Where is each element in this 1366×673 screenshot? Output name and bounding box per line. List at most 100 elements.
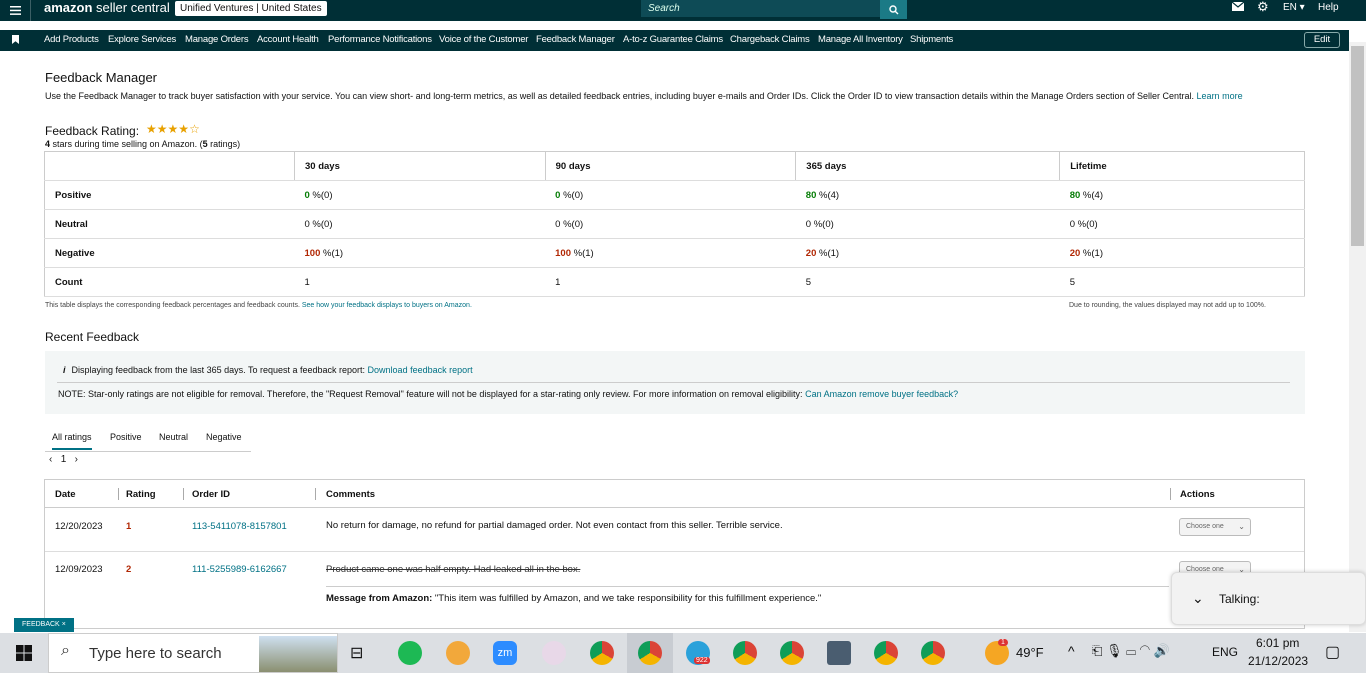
nav-explore-services[interactable]: Explore Services [108, 34, 176, 45]
rating-tabs: All ratings Positive Neutral Negative [45, 424, 251, 452]
action-dropdown[interactable]: Choose one ⌄ [1179, 518, 1251, 536]
app-icon[interactable] [446, 641, 470, 665]
taskbar-search[interactable]: ⌕ Type here to search [48, 633, 338, 673]
metrics-cell: 0 %(0) [294, 209, 546, 239]
feedback-display-link[interactable]: See how your feedback displays to buyers… [302, 302, 472, 309]
metrics-row: Count 1 1 5 5 [44, 267, 1305, 297]
star-filled-icon: ★ [178, 122, 190, 136]
chevron-down-icon[interactable]: ⌄ [1192, 590, 1204, 607]
nav-atoz-claims[interactable]: A-to-z Guarantee Claims [623, 34, 723, 45]
search-icon [888, 4, 898, 14]
nav-add-products[interactable]: Add Products [44, 34, 99, 45]
edit-nav-button[interactable]: Edit [1304, 32, 1340, 48]
metrics-cell: 0 %(0) [545, 180, 796, 210]
download-report-link[interactable]: Download feedback report [368, 365, 473, 375]
feedback-tab[interactable]: FEEDBACK × [14, 618, 74, 632]
column-header: 30 days [294, 151, 546, 181]
app-icon[interactable] [542, 641, 566, 665]
chrome-icon[interactable] [733, 641, 757, 665]
talking-popup: ⌄ Talking: [1171, 572, 1366, 625]
language-indicator[interactable]: ENG [1212, 645, 1238, 659]
telegram-badge: 922 [694, 657, 710, 664]
metrics-row: Positive 0 %(0) 0 %(0) 80 %(4) 80 %(4) [44, 180, 1305, 210]
language-selector[interactable]: EN ▾ [1283, 1, 1305, 15]
amazon-logo[interactable]: amazon seller central [44, 0, 170, 15]
search-input[interactable]: Search [641, 0, 881, 17]
feedback-rating-title: Feedback Rating: [45, 124, 140, 138]
metrics-cell: 0 %(0) [545, 209, 796, 239]
tab-all-ratings[interactable]: All ratings [52, 432, 92, 450]
tab-negative[interactable]: Negative [206, 432, 242, 442]
nav-manage-orders[interactable]: Manage Orders [185, 34, 249, 45]
spotify-icon[interactable] [398, 641, 422, 665]
scrollbar-thumb[interactable] [1351, 46, 1364, 246]
clock-time[interactable]: 6:01 pm [1256, 636, 1299, 650]
rating-summary: 4 stars during time selling on Amazon. (… [45, 139, 241, 149]
nav-voice-of-customer[interactable]: Voice of the Customer [439, 34, 528, 45]
nav-chargeback-claims[interactable]: Chargeback Claims [730, 34, 810, 45]
order-id-link[interactable]: 111-5255989-6162667 [192, 564, 287, 575]
prev-page-icon[interactable]: ‹ [49, 454, 52, 465]
nav-shipments[interactable]: Shipments [910, 34, 953, 45]
search-highlight-image [259, 636, 337, 672]
nav-feedback-manager[interactable]: Feedback Manager [536, 34, 615, 45]
notification-icon[interactable]: ▢ [1325, 642, 1340, 662]
metrics-cell: 1 [545, 267, 796, 297]
gear-icon[interactable]: ⚙ [1257, 0, 1269, 14]
top-bar: amazon seller central Unified Ventures |… [0, 0, 1366, 21]
mail-icon[interactable] [1231, 1, 1245, 16]
nav-bar: Add Products Explore Services Manage Ord… [0, 30, 1349, 51]
tab-positive[interactable]: Positive [110, 432, 142, 442]
metrics-cell: 80 %(4) [1059, 180, 1305, 210]
metrics-cell: 100 %(1) [545, 238, 796, 268]
metrics-cell: 20 %(1) [1059, 238, 1305, 268]
page-title: Feedback Manager [45, 70, 158, 85]
search-button[interactable] [880, 0, 907, 19]
clock-date[interactable]: 21/12/2023 [1248, 654, 1308, 668]
feedback-metrics-table: 30 days 90 days 365 days Lifetime Positi… [44, 151, 1305, 297]
zoom-icon[interactable]: zm [493, 641, 517, 665]
star-empty-icon: ☆ [189, 122, 200, 136]
chrome-icon[interactable] [638, 641, 662, 665]
windows-start-icon[interactable] [16, 645, 32, 666]
weather-badge: 1 [998, 639, 1008, 646]
tab-neutral[interactable]: Neutral [159, 432, 188, 442]
close-icon[interactable]: × [62, 621, 66, 628]
nav-manage-inventory[interactable]: Manage All Inventory [818, 34, 903, 45]
learn-more-link[interactable]: Learn more [1197, 91, 1243, 101]
recent-feedback-table: Date Rating Order ID Comments Actions 12… [44, 479, 1305, 629]
bookmark-icon[interactable] [12, 35, 19, 44]
search-icon: ⌕ [61, 642, 70, 659]
metrics-row: Neutral 0 %(0) 0 %(0) 0 %(0) 0 %(0) [44, 209, 1305, 239]
metrics-cell: 5 [795, 267, 1060, 297]
task-view-icon[interactable]: ⊟ [350, 643, 363, 663]
metrics-row-label: Negative [44, 238, 295, 268]
chrome-icon[interactable] [921, 641, 945, 665]
chrome-icon[interactable] [874, 641, 898, 665]
metrics-row-label: Neutral [44, 209, 295, 239]
nav-account-health[interactable]: Account Health [257, 34, 319, 45]
store-selector[interactable]: Unified Ventures | United States [175, 1, 327, 16]
help-link[interactable]: Help [1318, 1, 1339, 15]
tray-icons[interactable]: ⎗ 🎙 ▭ ◠ 🔊 [1092, 643, 1170, 659]
recent-feedback-title: Recent Feedback [45, 330, 140, 344]
metrics-cell: 80 %(4) [795, 180, 1060, 210]
chrome-icon[interactable] [780, 641, 804, 665]
column-header: Lifetime [1059, 151, 1305, 181]
nav-performance-notifications[interactable]: Performance Notifications [328, 34, 432, 45]
chrome-icon[interactable] [590, 641, 614, 665]
metrics-note: This table displays the corresponding fe… [45, 302, 472, 309]
chevron-up-icon[interactable]: ^ [1068, 643, 1075, 659]
star-filled-icon: ★ [167, 122, 179, 136]
metrics-cell: 0 %(0) [1059, 209, 1305, 239]
next-page-icon[interactable]: › [75, 454, 78, 465]
calculator-icon[interactable] [827, 641, 851, 665]
menu-icon[interactable] [0, 0, 31, 21]
order-id-link[interactable]: 113-5411078-8157801 [192, 521, 287, 532]
windows-taskbar: ⌕ Type here to search ⊟ zm 922 1 49°F ^ … [0, 633, 1366, 673]
weather-temp[interactable]: 49°F [1016, 645, 1044, 660]
page-number[interactable]: 1 [61, 454, 67, 465]
removal-eligibility-link[interactable]: Can Amazon remove buyer feedback? [805, 389, 958, 399]
info-box: i Displaying feedback from the last 365 d… [45, 351, 1305, 414]
metrics-row: Negative 100 %(1) 100 %(1) 20 %(1) 20 %(1) [44, 238, 1305, 268]
